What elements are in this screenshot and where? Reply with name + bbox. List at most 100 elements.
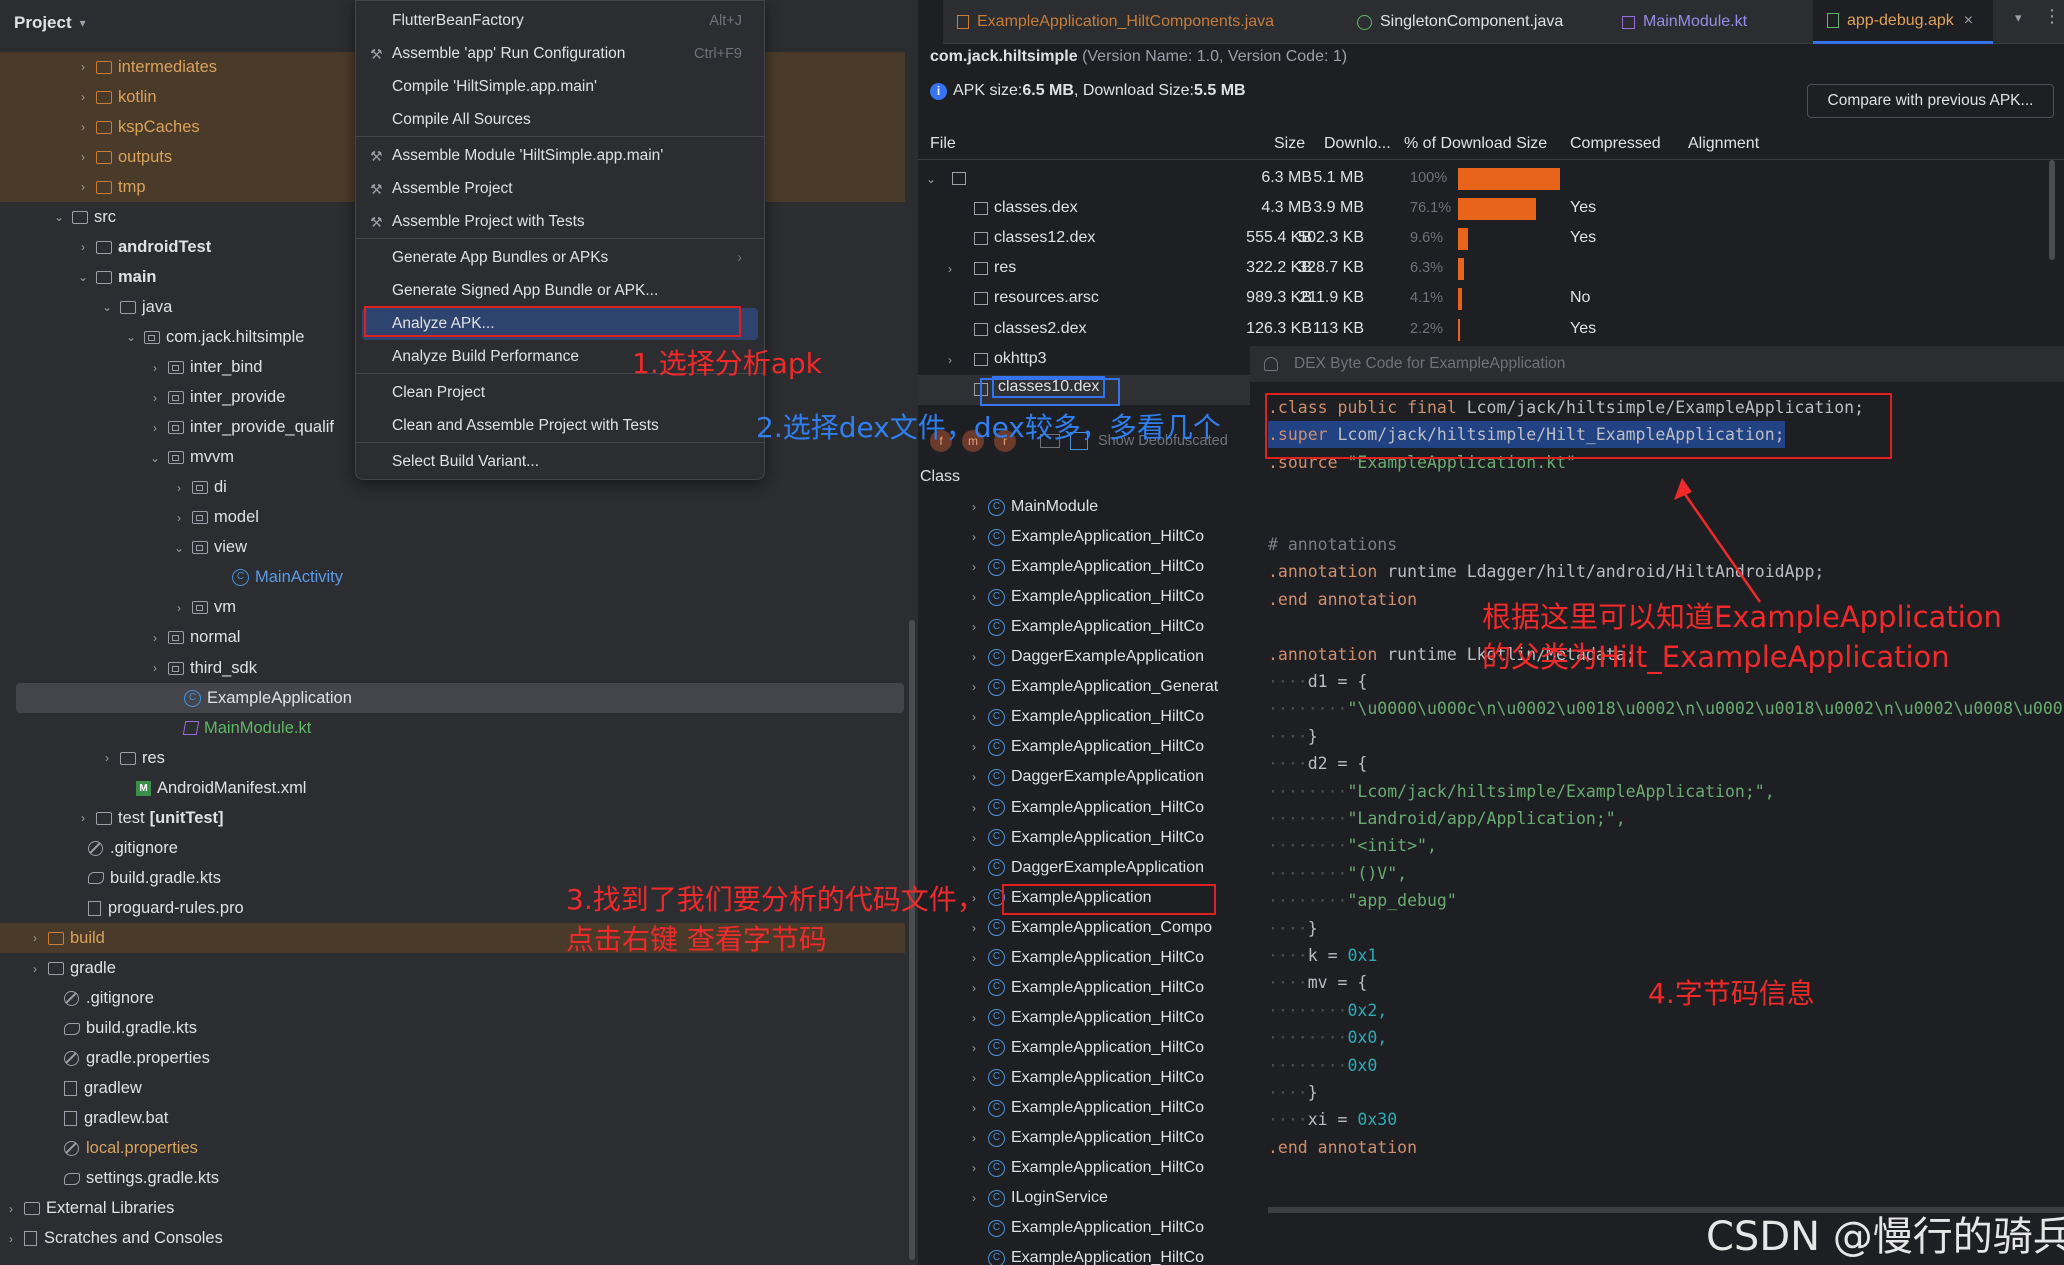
menu-item[interactable]: Generate Signed App Bundle or APK... [362, 275, 758, 307]
tree-item[interactable]: › vm [0, 593, 905, 623]
chevron-right-icon[interactable]: › [4, 1232, 18, 1246]
file-row[interactable]: classes2.dex 126.3 KB 113 KB 2.2% Yes [918, 315, 1596, 345]
chevron-icon[interactable]: › [948, 262, 952, 276]
chevron-right-icon[interactable]: › [918, 1041, 988, 1055]
chevron-icon[interactable]: › [948, 353, 952, 367]
chevron-right-icon[interactable]: › [918, 740, 988, 754]
chevron-right-icon[interactable]: › [918, 770, 988, 784]
chevron-right-icon[interactable]: › [148, 361, 162, 375]
column-alignment[interactable]: Alignment [1688, 135, 1759, 153]
tree-item[interactable]: .gitignore [0, 984, 905, 1014]
tree-item[interactable]: › res [0, 743, 905, 773]
menu-item[interactable]: ⚒ Assemble Project with Tests [362, 206, 758, 238]
column-compressed[interactable]: Compressed [1570, 135, 1661, 153]
chevron-right-icon[interactable]: › [148, 661, 162, 675]
file-row[interactable]: classes.dex 4.3 MB 3.9 MB 76.1% Yes [918, 194, 1596, 224]
chevron-right-icon[interactable]: › [918, 500, 988, 514]
chevron-down-icon[interactable]: ⌄ [124, 330, 138, 344]
chevron-down-icon[interactable]: ▾ [2015, 10, 2022, 26]
chevron-right-icon[interactable]: › [918, 530, 988, 544]
class-row[interactable]: C ExampleApplication_HiltCo [918, 1243, 1248, 1265]
menu-item[interactable]: ⚒ Assemble Project [362, 173, 758, 205]
chevron-down-icon[interactable]: ⌄ [52, 210, 66, 224]
tree-item[interactable]: › test [unitTest] [0, 803, 905, 833]
class-row[interactable]: › C ExampleApplication_HiltCo [918, 702, 1248, 732]
chevron-right-icon[interactable]: › [172, 481, 186, 495]
chevron-right-icon[interactable]: › [76, 180, 90, 194]
class-row[interactable]: › C ExampleApplication_HiltCo [918, 1063, 1248, 1093]
tree-item[interactable]: .gitignore [0, 833, 905, 863]
chevron-right-icon[interactable]: › [918, 921, 988, 935]
class-row[interactable]: › C ExampleApplication_HiltCo [918, 793, 1248, 823]
chevron-right-icon[interactable]: › [918, 1071, 988, 1085]
class-row[interactable]: › C ExampleApplication_HiltCo [918, 582, 1248, 612]
chevron-right-icon[interactable]: › [918, 1131, 988, 1145]
class-row[interactable]: › C ExampleApplication_HiltCo [918, 522, 1248, 552]
class-row[interactable]: › C ExampleApplication_HiltCo [918, 732, 1248, 762]
class-row[interactable]: › C ExampleApplication_HiltCo [918, 943, 1248, 973]
tree-item[interactable]: gradle.properties [0, 1044, 905, 1074]
file-row[interactable]: › res 322.2 KB 328.7 KB 6.3% [918, 254, 1578, 284]
chevron-down-icon[interactable]: ⌄ [172, 541, 186, 555]
chevron-right-icon[interactable]: › [918, 951, 988, 965]
menu-item[interactable]: Compile 'HiltSimple.app.main' [362, 71, 758, 103]
chevron-right-icon[interactable]: › [918, 1011, 988, 1025]
chevron-right-icon[interactable]: › [148, 631, 162, 645]
compare-button[interactable]: Compare with previous APK... [1807, 84, 2054, 118]
column-download[interactable]: Downlo... [1324, 135, 1391, 153]
chevron-right-icon[interactable]: › [100, 751, 114, 765]
class-row[interactable]: › C ExampleApplication_HiltCo [918, 1123, 1248, 1153]
scrollbar[interactable] [2049, 160, 2055, 260]
file-row[interactable]: classes12.dex 555.4 KB 502.3 KB 9.6% Yes [918, 224, 1596, 254]
class-row[interactable]: › C ILoginService [918, 1183, 1248, 1213]
class-row[interactable]: › C ExampleApplication_HiltCo [918, 973, 1248, 1003]
chevron-right-icon[interactable]: › [918, 680, 988, 694]
chevron-right-icon[interactable]: › [172, 601, 186, 615]
tree-item[interactable]: › third_sdk [0, 653, 905, 683]
class-row[interactable]: › C ExampleApplication_HiltCo [918, 1153, 1248, 1183]
chevron-right-icon[interactable]: › [76, 120, 90, 134]
tree-item[interactable]: ⌄ view [0, 533, 905, 563]
chevron-right-icon[interactable]: › [148, 391, 162, 405]
menu-item[interactable]: ⚒ Assemble 'app' Run Configuration Ctrl+F9 [362, 38, 758, 70]
chevron-right-icon[interactable]: › [918, 620, 988, 634]
chevron-icon[interactable]: ⌄ [926, 172, 936, 186]
menu-item[interactable]: FlutterBeanFactory Alt+J [362, 5, 758, 37]
class-row[interactable]: › C ExampleApplication_HiltCo [918, 1003, 1248, 1033]
tree-item[interactable]: C MainActivity [0, 563, 905, 593]
tree-item[interactable]: › Scratches and Consoles [0, 1224, 905, 1254]
class-row[interactable]: › C MainModule [918, 492, 1248, 522]
tree-item[interactable]: C ExampleApplication [16, 683, 904, 714]
class-row[interactable]: › C ExampleApplication_HiltCo [918, 1093, 1248, 1123]
chevron-right-icon[interactable]: › [918, 650, 988, 664]
chevron-right-icon[interactable]: › [918, 590, 988, 604]
class-row[interactable]: › C ExampleApplication_HiltCo [918, 552, 1248, 582]
chevron-right-icon[interactable]: › [28, 931, 42, 945]
chevron-right-icon[interactable]: › [76, 240, 90, 254]
tab-hilt-components[interactable]: ExampleApplication_HiltComponents.java [943, 0, 1333, 44]
chevron-right-icon[interactable]: › [918, 1161, 988, 1175]
class-row[interactable]: › C DaggerExampleApplication [918, 642, 1248, 672]
chevron-right-icon[interactable]: › [918, 831, 988, 845]
column-percent[interactable]: % of Download Size [1404, 135, 1547, 153]
chevron-right-icon[interactable]: › [76, 90, 90, 104]
tree-item[interactable]: build.gradle.kts [0, 1014, 905, 1044]
tree-item[interactable]: › model [0, 503, 905, 533]
chevron-right-icon[interactable]: › [76, 150, 90, 164]
column-size[interactable]: Size [1274, 135, 1305, 153]
file-row[interactable]: resources.arsc 989.3 KB 211.9 KB 4.1% No [918, 284, 1590, 314]
chevron-down-icon[interactable]: ⌄ [148, 451, 162, 465]
tree-item[interactable]: settings.gradle.kts [0, 1164, 905, 1194]
chevron-right-icon[interactable]: › [76, 811, 90, 825]
tab-main-module[interactable]: MainModule.kt [1608, 0, 1803, 44]
chevron-right-icon[interactable]: › [76, 60, 90, 74]
chevron-right-icon[interactable]: › [918, 801, 988, 815]
tree-item[interactable]: › gradle [0, 954, 905, 984]
chevron-right-icon[interactable]: › [918, 560, 988, 574]
chevron-right-icon[interactable]: › [28, 962, 42, 976]
close-icon[interactable]: × [1964, 12, 1973, 30]
chevron-right-icon[interactable]: › [918, 981, 988, 995]
chevron-down-icon[interactable]: ⌄ [76, 270, 90, 284]
more-icon[interactable]: ⋮ [2043, 6, 2061, 27]
tab-singleton-component[interactable]: SingletonComponent.java [1343, 0, 1598, 44]
